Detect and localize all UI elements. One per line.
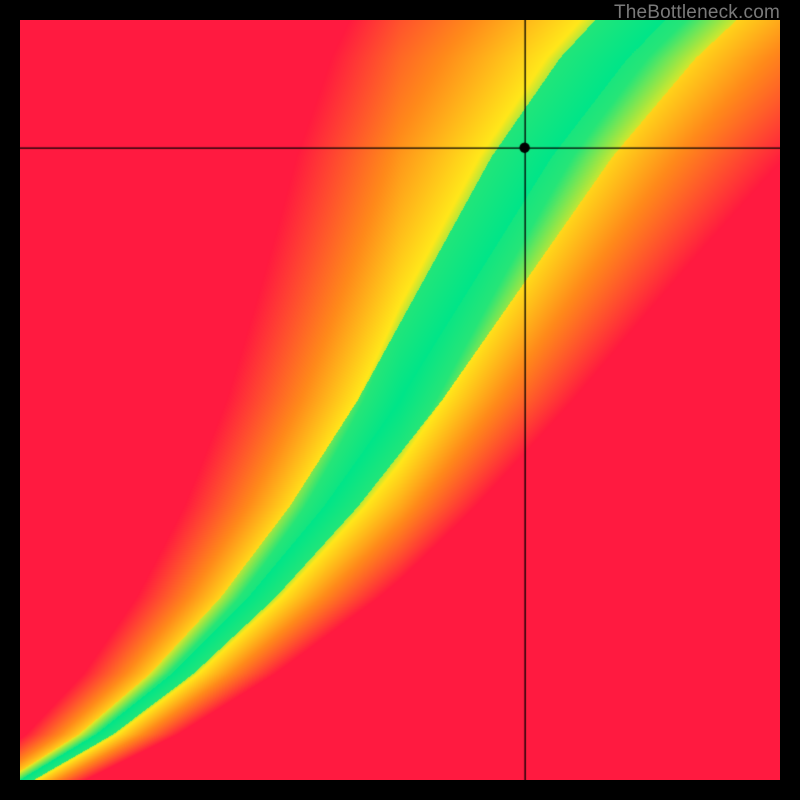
chart-container: TheBottleneck.com (0, 0, 800, 800)
heatmap-canvas (20, 20, 780, 780)
heatmap-plot-area (20, 20, 780, 780)
